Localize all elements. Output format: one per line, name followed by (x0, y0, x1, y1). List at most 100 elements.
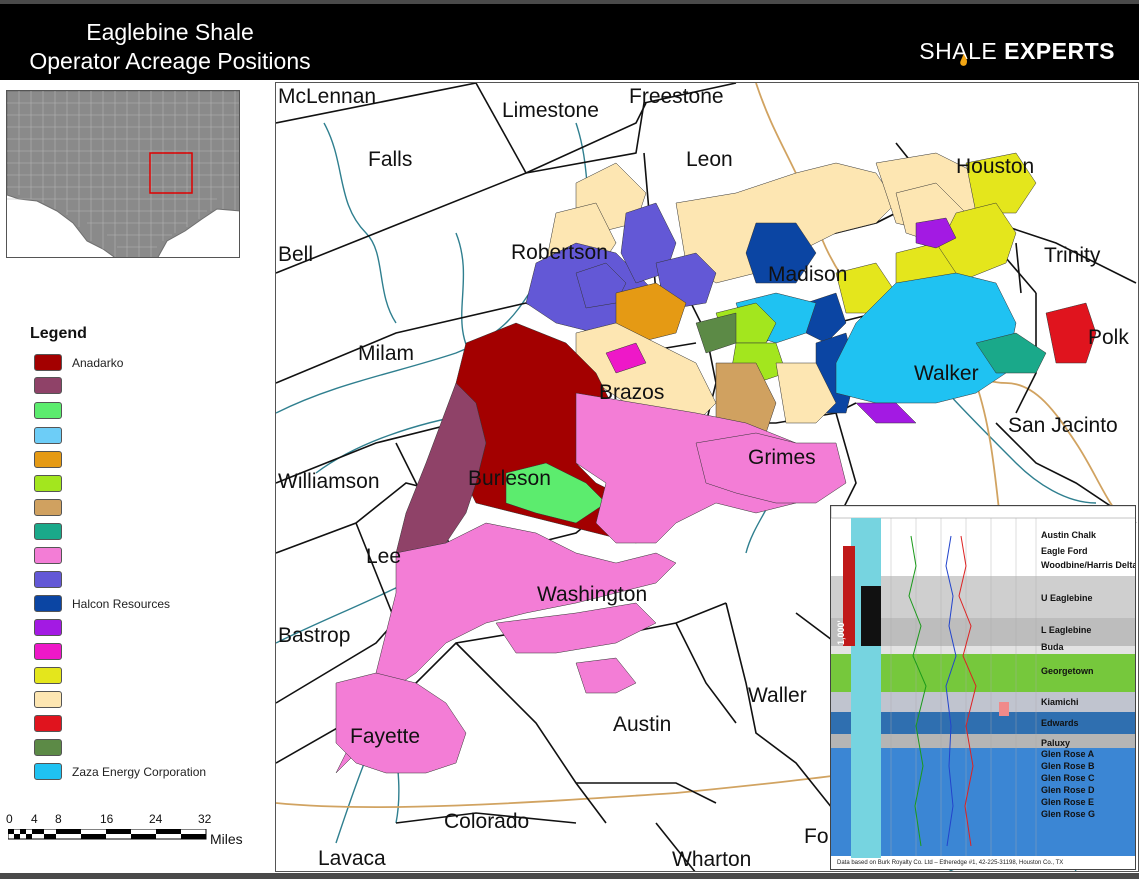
legend-item (34, 691, 254, 709)
flame-icon (960, 54, 968, 66)
county-label: Washington (537, 583, 648, 606)
legend-swatch (34, 763, 62, 780)
log-source-note: Data based on Burk Royalty Co. Ltd – Eth… (837, 860, 1064, 866)
county-label: Bastrop (278, 624, 351, 647)
county-label: Milam (358, 342, 414, 365)
county-label: Houston (956, 155, 1035, 178)
county-label: Freestone (629, 85, 724, 108)
county-label: Bell (278, 243, 314, 266)
county-label: Leon (686, 148, 733, 171)
texas-locator-svg (7, 91, 239, 257)
legend-swatch (34, 354, 62, 371)
legend-swatch (34, 451, 62, 468)
scale-tick: 0 (6, 812, 13, 826)
scale-tick: 8 (55, 812, 62, 826)
legend-swatch (34, 571, 62, 588)
legend-swatch (34, 547, 62, 564)
legend-swatch (34, 739, 62, 756)
scale-tick: 4 (31, 812, 38, 826)
formation-label: Glen Rose E (1041, 797, 1095, 807)
map-title: Eaglebine Shale Operator Acreage Positio… (20, 18, 320, 76)
scale-tick: 24 (149, 812, 163, 826)
legend-item (34, 427, 254, 445)
texas-locator-map (6, 90, 240, 258)
county-label: Fo (804, 825, 829, 848)
legend-label: Zaza Energy Corporation (72, 765, 207, 779)
scale-unit-label: Miles (210, 831, 243, 847)
county-label: Waller (748, 684, 807, 707)
legend-swatch (34, 377, 62, 394)
legend-swatch (34, 475, 62, 492)
thickness-label: 1,000' (836, 620, 846, 645)
legend-swatch (34, 402, 62, 419)
legend-item: Halcon Resources (34, 595, 254, 613)
legend-title: Legend (30, 325, 87, 342)
formation-label: Glen Rose C (1041, 773, 1095, 783)
legend-item (34, 619, 254, 637)
formation-label: Austin Chalk (1041, 530, 1097, 540)
legend-item (34, 739, 254, 757)
legend-item (34, 547, 254, 565)
formation-label: Edwards (1041, 718, 1079, 728)
type-log-panel: 1,000' Austin Chalk Eagle Ford Woodbine/Ha… (830, 505, 1136, 870)
legend-item: Zaza Energy Corporation (34, 763, 254, 781)
formation-label: L Eaglebine (1041, 625, 1092, 635)
brand-text-experts: EXPERTS (1004, 38, 1115, 64)
formation-label: Buda (1041, 642, 1064, 652)
scale-bar-graphic (8, 829, 207, 840)
legend-item (34, 643, 254, 661)
legend-swatch (34, 691, 62, 708)
legend-swatch (34, 619, 62, 636)
county-label: Lavaca (318, 847, 386, 870)
legend-item (34, 523, 254, 541)
legend-swatch (34, 427, 62, 444)
county-label: Austin (613, 713, 672, 736)
legend-swatch (34, 643, 62, 660)
legend-item: Anadarko (34, 354, 254, 372)
county-label: Trinity (1044, 244, 1101, 267)
bottom-border (0, 873, 1139, 879)
legend-label: Anadarko (72, 356, 124, 370)
legend-swatch (34, 595, 62, 612)
formation-label: Glen Rose A (1041, 749, 1095, 759)
legend-item (34, 571, 254, 589)
county-label: Grimes (748, 446, 816, 469)
title-line-2: Operator Acreage Positions (29, 48, 311, 74)
county-label: Madison (768, 263, 848, 286)
county-label: Walker (914, 362, 979, 385)
formation-label: Eagle Ford (1041, 546, 1088, 556)
legend-swatch (34, 523, 62, 540)
county-label: Lee (366, 545, 402, 568)
county-label: Limestone (502, 99, 599, 122)
county-label: Robertson (511, 241, 608, 264)
scale-tick: 16 (100, 812, 114, 826)
legend-swatch (34, 715, 62, 732)
legend-swatch (34, 499, 62, 516)
scale-tick: 32 (198, 812, 212, 826)
county-label: Fayette (350, 725, 421, 748)
county-label: Williamson (278, 470, 380, 493)
legend-item (34, 377, 254, 395)
county-label: San Jacinto (1008, 414, 1118, 437)
formation-label: Georgetown (1041, 666, 1094, 676)
county-label: Falls (368, 148, 413, 171)
county-label: Brazos (599, 381, 665, 404)
legend-item (34, 715, 254, 733)
legend-item (34, 402, 254, 420)
legend-item (34, 475, 254, 493)
formation-label: Glen Rose G (1041, 809, 1096, 819)
legend-swatch (34, 667, 62, 684)
legend-item (34, 499, 254, 517)
legend-item (34, 667, 254, 685)
county-label: McLennan (278, 85, 377, 108)
formation-label: Woodbine/Harris Delta (1041, 560, 1136, 570)
brand-logo: SHALE EXPERTS (919, 38, 1115, 65)
formation-label: Glen Rose B (1041, 761, 1095, 771)
scale-bar: 0 4 8 16 24 32 Miles (6, 812, 266, 852)
county-label: Wharton (672, 848, 752, 871)
legend-item (34, 451, 254, 469)
county-label: Colorado (444, 810, 530, 833)
formation-label: Kiamichi (1041, 697, 1079, 707)
legend-label: Halcon Resources (72, 597, 171, 611)
county-label: Polk (1088, 326, 1129, 349)
